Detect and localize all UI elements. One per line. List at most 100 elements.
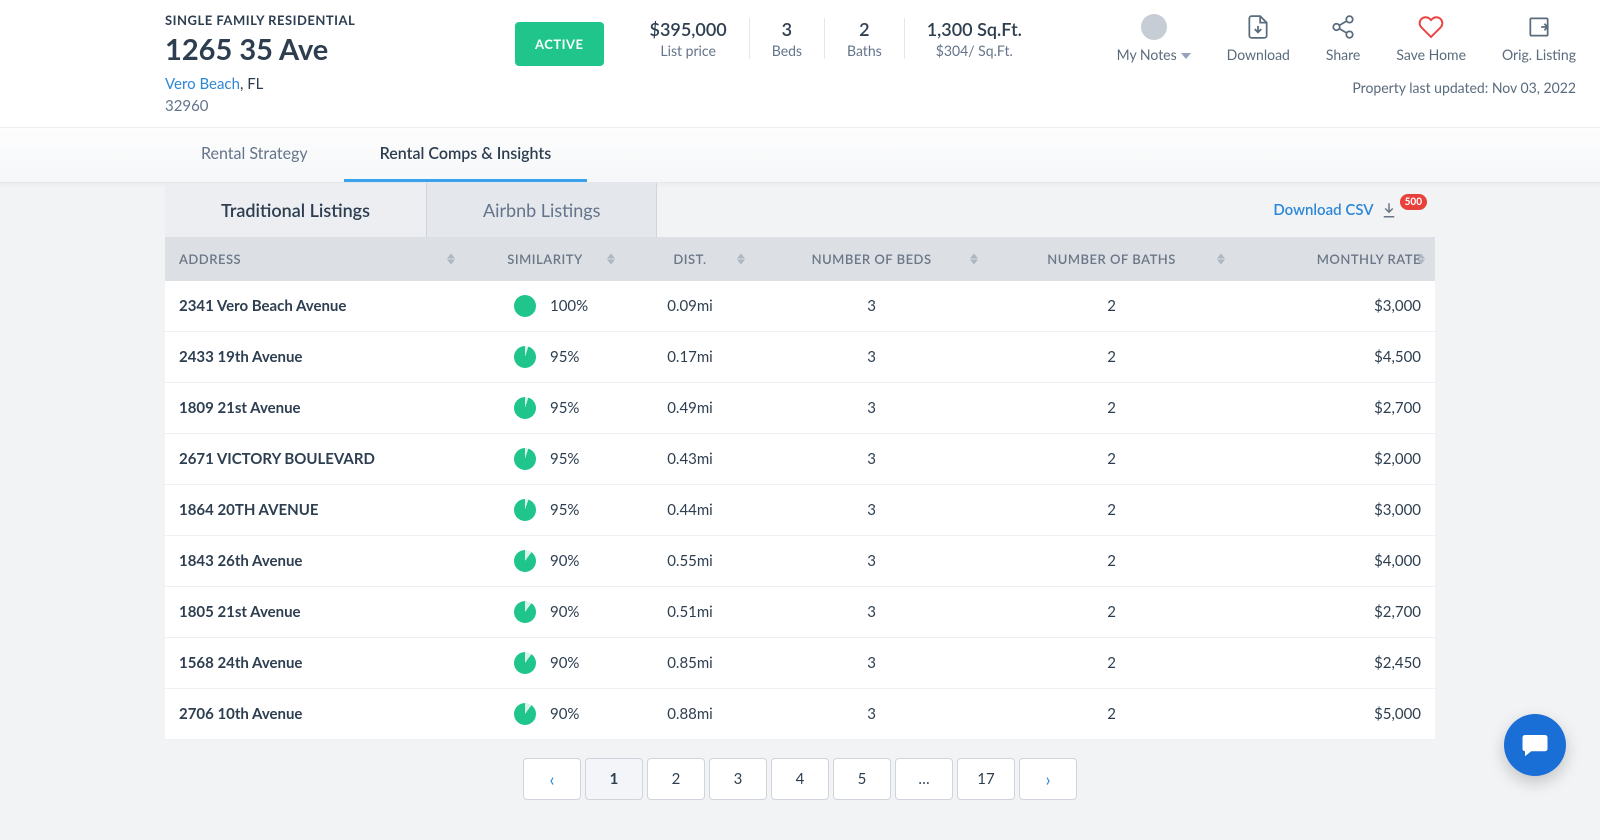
content: Traditional Listings Airbnb Listings Dow… bbox=[0, 183, 1600, 840]
cell-address: 2341 Vero Beach Avenue bbox=[165, 281, 465, 332]
save-home-action[interactable]: Save Home bbox=[1396, 14, 1466, 63]
cell-beds: 3 bbox=[755, 485, 988, 536]
tab-rental-comps[interactable]: Rental Comps & Insights bbox=[344, 128, 588, 182]
sub-tab-traditional[interactable]: Traditional Listings bbox=[165, 183, 427, 237]
status-badge: ACTIVE bbox=[515, 22, 604, 66]
cell-dist: 0.17mi bbox=[625, 332, 755, 383]
property-type: SINGLE FAMILY RESIDENTIAL bbox=[165, 12, 515, 28]
col-similarity[interactable]: SIMILARITY bbox=[465, 237, 625, 281]
page-1[interactable]: 1 bbox=[585, 758, 643, 800]
page-5[interactable]: 5 bbox=[833, 758, 891, 800]
col-dist[interactable]: DIST. bbox=[625, 237, 755, 281]
page-3[interactable]: 3 bbox=[709, 758, 767, 800]
tab-rental-strategy[interactable]: Rental Strategy bbox=[165, 128, 344, 182]
similarity-pie-icon bbox=[514, 550, 536, 572]
sort-icon bbox=[1217, 254, 1225, 265]
similarity-pie-icon bbox=[514, 703, 536, 725]
page-4[interactable]: 4 bbox=[771, 758, 829, 800]
cell-beds: 3 bbox=[755, 689, 988, 740]
similarity-pie-icon bbox=[514, 448, 536, 470]
cell-similarity: 90% bbox=[465, 638, 625, 689]
similarity-pie-icon bbox=[514, 346, 536, 368]
cell-address: 1805 21st Avenue bbox=[165, 587, 465, 638]
stat-sqft: 1,300 Sq.Ft.$304/ Sq.Ft. bbox=[904, 18, 1044, 59]
download-csv-button[interactable]: Download CSV 500 bbox=[1273, 201, 1435, 219]
stat-baths: 2Baths bbox=[824, 18, 904, 59]
pagination: ‹ 12345…17 › bbox=[165, 758, 1435, 800]
col-baths[interactable]: NUMBER OF BATHS bbox=[988, 237, 1235, 281]
table-row[interactable]: 2433 19th Avenue95%0.17mi32$4,500 bbox=[165, 332, 1435, 383]
city-link[interactable]: Vero Beach bbox=[165, 75, 240, 93]
heart-icon bbox=[1418, 14, 1444, 40]
cell-rate: $2,700 bbox=[1235, 587, 1435, 638]
share-action[interactable]: Share bbox=[1326, 14, 1360, 63]
cell-address: 1843 26th Avenue bbox=[165, 536, 465, 587]
comps-table: ADDRESS SIMILARITY DIST. NUMBER OF BEDS … bbox=[165, 237, 1435, 740]
chevron-down-icon bbox=[1181, 53, 1191, 59]
table-row[interactable]: 2706 10th Avenue90%0.88mi32$5,000 bbox=[165, 689, 1435, 740]
page-2[interactable]: 2 bbox=[647, 758, 705, 800]
col-beds[interactable]: NUMBER OF BEDS bbox=[755, 237, 988, 281]
property-meta: SINGLE FAMILY RESIDENTIAL 1265 35 Ave Ve… bbox=[165, 12, 515, 115]
cell-rate: $3,000 bbox=[1235, 485, 1435, 536]
cell-rate: $4,500 bbox=[1235, 332, 1435, 383]
col-address[interactable]: ADDRESS bbox=[165, 237, 465, 281]
my-notes-action[interactable]: My Notes bbox=[1117, 14, 1191, 63]
cell-beds: 3 bbox=[755, 587, 988, 638]
csv-badge: 500 bbox=[1400, 194, 1427, 210]
cell-baths: 2 bbox=[988, 638, 1235, 689]
page-next[interactable]: › bbox=[1019, 758, 1077, 800]
sub-tab-airbnb[interactable]: Airbnb Listings bbox=[427, 183, 657, 237]
similarity-pie-icon bbox=[514, 397, 536, 419]
table-row[interactable]: 1864 20TH AVENUE95%0.44mi32$3,000 bbox=[165, 485, 1435, 536]
share-icon bbox=[1330, 14, 1356, 40]
cell-address: 2671 VICTORY BOULEVARD bbox=[165, 434, 465, 485]
cell-address: 1568 24th Avenue bbox=[165, 638, 465, 689]
cell-baths: 2 bbox=[988, 332, 1235, 383]
listings-toolbar: Traditional Listings Airbnb Listings Dow… bbox=[165, 183, 1435, 237]
similarity-pie-icon bbox=[514, 499, 536, 521]
property-zip: 32960 bbox=[165, 97, 515, 115]
col-rate[interactable]: MONTHLY RATE bbox=[1235, 237, 1435, 281]
main-tabs: Rental Strategy Rental Comps & Insights bbox=[0, 128, 1600, 183]
cell-rate: $2,700 bbox=[1235, 383, 1435, 434]
cell-beds: 3 bbox=[755, 383, 988, 434]
table-row[interactable]: 1809 21st Avenue95%0.49mi32$2,700 bbox=[165, 383, 1435, 434]
table-row[interactable]: 1568 24th Avenue90%0.85mi32$2,450 bbox=[165, 638, 1435, 689]
download-action[interactable]: Download bbox=[1227, 14, 1290, 63]
cell-similarity: 95% bbox=[465, 485, 625, 536]
similarity-pie-icon bbox=[514, 652, 536, 674]
cell-dist: 0.85mi bbox=[625, 638, 755, 689]
cell-dist: 0.88mi bbox=[625, 689, 755, 740]
header-actions-wrap: My Notes Download Share Save Home Orig. … bbox=[1117, 14, 1576, 96]
header-actions: My Notes Download Share Save Home Orig. … bbox=[1117, 14, 1576, 63]
cell-address: 2433 19th Avenue bbox=[165, 332, 465, 383]
orig-listing-action[interactable]: Orig. Listing bbox=[1502, 14, 1576, 63]
table-row[interactable]: 2341 Vero Beach Avenue100%0.09mi32$3,000 bbox=[165, 281, 1435, 332]
table-row[interactable]: 1843 26th Avenue90%0.55mi32$4,000 bbox=[165, 536, 1435, 587]
cell-similarity: 95% bbox=[465, 434, 625, 485]
property-header: SINGLE FAMILY RESIDENTIAL 1265 35 Ave Ve… bbox=[0, 0, 1600, 128]
download-icon bbox=[1380, 201, 1398, 219]
cell-dist: 0.44mi bbox=[625, 485, 755, 536]
page-prev[interactable]: ‹ bbox=[523, 758, 581, 800]
table-row[interactable]: 2671 VICTORY BOULEVARD95%0.43mi32$2,000 bbox=[165, 434, 1435, 485]
page-17[interactable]: 17 bbox=[957, 758, 1015, 800]
cell-dist: 0.09mi bbox=[625, 281, 755, 332]
cell-rate: $2,000 bbox=[1235, 434, 1435, 485]
cell-beds: 3 bbox=[755, 638, 988, 689]
external-link-icon bbox=[1526, 14, 1552, 40]
cell-baths: 2 bbox=[988, 587, 1235, 638]
cell-beds: 3 bbox=[755, 332, 988, 383]
chat-fab[interactable] bbox=[1504, 714, 1566, 776]
cell-similarity: 90% bbox=[465, 689, 625, 740]
cell-dist: 0.51mi bbox=[625, 587, 755, 638]
cell-dist: 0.55mi bbox=[625, 536, 755, 587]
cell-dist: 0.49mi bbox=[625, 383, 755, 434]
stat-listprice: $395,000List price bbox=[628, 18, 749, 59]
file-download-icon bbox=[1245, 14, 1271, 40]
cell-similarity: 95% bbox=[465, 332, 625, 383]
last-updated: Property last updated: Nov 03, 2022 bbox=[1117, 79, 1576, 96]
cell-dist: 0.43mi bbox=[625, 434, 755, 485]
table-row[interactable]: 1805 21st Avenue90%0.51mi32$2,700 bbox=[165, 587, 1435, 638]
